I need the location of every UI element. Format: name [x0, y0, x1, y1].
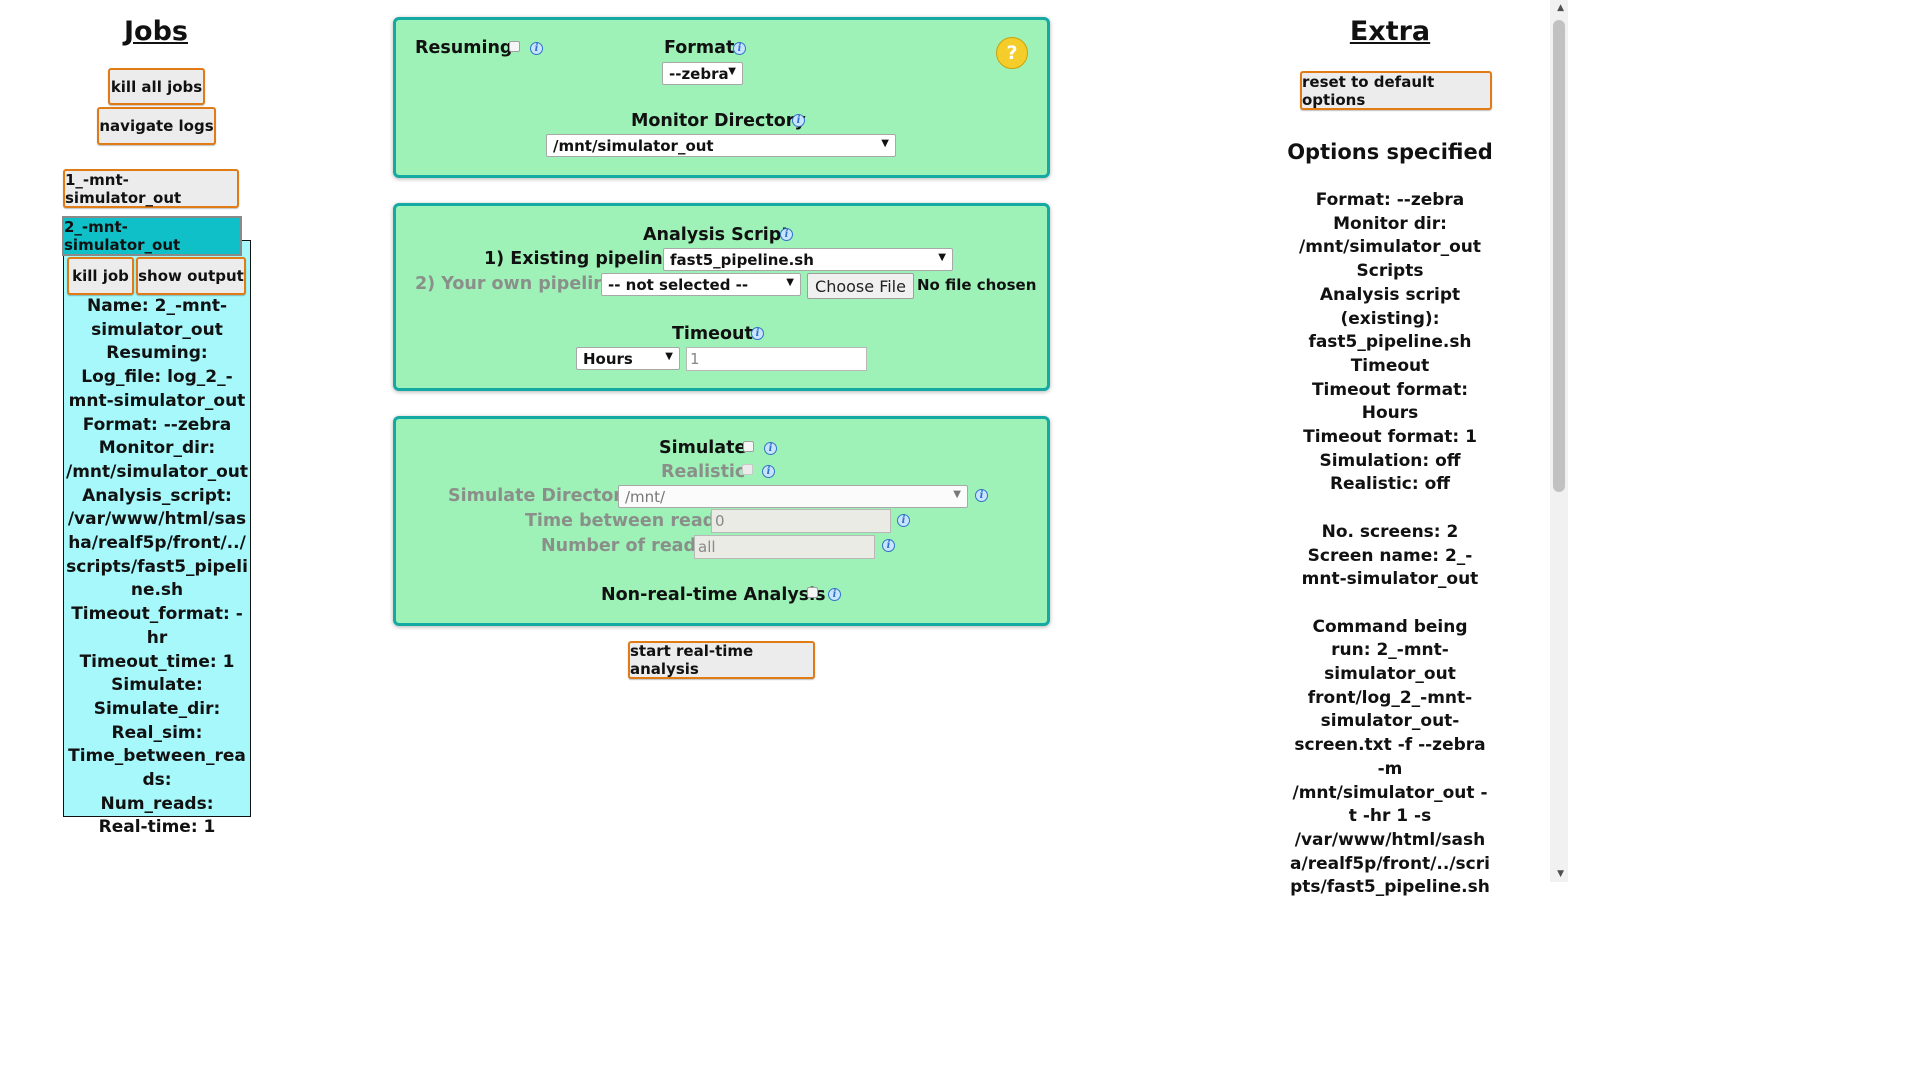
help-icon[interactable]: ? [996, 37, 1028, 69]
simulate-directory-label: Simulate Directory [448, 486, 634, 506]
option-line: Analysis script (existing): fast5_pipeli… [1308, 284, 1472, 353]
non-realtime-info-icon[interactable]: i [828, 588, 841, 601]
job-info-line: Format: --zebra [82, 414, 232, 435]
options-specified-title: Options specified [1287, 140, 1493, 164]
non-realtime-checkbox[interactable] [807, 587, 818, 598]
simulate-directory-select-value: /mnt/ [625, 487, 666, 506]
options-spacer [1290, 497, 1490, 521]
job-info-line: Simulate: [111, 675, 203, 696]
simulate-checkbox[interactable] [743, 441, 754, 452]
analysis-script-label: Analysis Script [643, 225, 790, 245]
option-line: Format: --zebra [1315, 190, 1465, 210]
format-select-value: --zebra [669, 64, 729, 83]
job-info-line: Timeout_time: 1 [79, 651, 235, 672]
option-line: Command being run: 2_-mnt-simulator_out … [1290, 616, 1490, 898]
resuming-label: Resuming [415, 38, 513, 58]
job-info-line: Simulate_dir: [93, 698, 221, 719]
own-pipeline-label: 2) Your own pipeline [415, 274, 618, 294]
monitor-directory-label: Monitor Directory [631, 111, 806, 131]
timeout-info-icon[interactable]: i [751, 327, 764, 340]
job-info-line: Real-time: 1 [98, 817, 216, 838]
kill-job-button[interactable]: kill job [67, 257, 134, 295]
chevron-down-icon: ▼ [728, 66, 736, 77]
option-line: No. screens: 2 [1321, 521, 1459, 542]
start-analysis-button[interactable]: start real-time analysis [628, 641, 815, 679]
simulate-directory-select[interactable]: /mnt/ ▼ [618, 485, 968, 508]
scroll-down-icon[interactable]: ▼ [1557, 869, 1564, 879]
job-info-line: Time_between_reads: [68, 746, 246, 791]
chevron-down-icon: ▼ [881, 138, 889, 149]
monitor-directory-select[interactable]: /mnt/simulator_out ▼ [546, 134, 896, 157]
job-info-line: Analysis_script: /var/www/html/sasha/rea… [66, 485, 248, 601]
job-tab-1[interactable]: 1_-mnt-simulator_out [63, 169, 239, 208]
format-info-icon[interactable]: i [733, 42, 746, 55]
realistic-info-icon[interactable]: i [762, 465, 775, 478]
show-output-button[interactable]: show output [136, 257, 246, 295]
simulate-directory-info-icon[interactable]: i [975, 489, 988, 502]
time-between-reads-input[interactable]: 0 [711, 509, 891, 533]
number-of-reads-label: Number of reads [541, 536, 707, 556]
own-pipeline-select-value: -- not selected -- [608, 275, 749, 294]
time-between-reads-label: Time between reads [525, 511, 726, 531]
resuming-checkbox[interactable] [509, 41, 520, 52]
realistic-checkbox[interactable] [742, 464, 753, 475]
timeout-label: Timeout [672, 324, 753, 344]
option-line: Timeout format: Hours [1311, 379, 1469, 424]
timeout-unit-select-value: Hours [583, 349, 633, 368]
realistic-label: Realistic [661, 462, 746, 482]
own-pipeline-select[interactable]: -- not selected -- ▼ [601, 273, 801, 296]
monitor-directory-select-value: /mnt/simulator_out [553, 136, 714, 155]
jobs-title: Jobs [124, 16, 188, 47]
option-line: Timeout [1350, 355, 1430, 376]
job-info-line: Monitor_dir: /mnt/simulator_out [65, 438, 249, 482]
file-status-text: No file chosen [917, 276, 1037, 294]
kill-all-jobs-button[interactable]: kill all jobs [108, 68, 205, 105]
format-select[interactable]: --zebra ▼ [662, 62, 743, 85]
time-between-reads-info-icon[interactable]: i [897, 514, 910, 527]
option-line: Realistic: off [1329, 474, 1451, 495]
timeout-unit-select[interactable]: Hours ▼ [576, 347, 680, 370]
option-line: Monitor dir: /mnt/simulator_out [1298, 213, 1482, 258]
scrollbar-thumb[interactable] [1553, 20, 1565, 492]
job-info-line: Log_file: log_2_-mnt-simulator_out [68, 367, 246, 411]
job-info-list: Name: 2_-mnt-simulator_out Resuming: Log_f… [64, 295, 250, 840]
job-info-line: Real_sim: [111, 722, 203, 743]
extra-title: Extra [1349, 16, 1431, 47]
job-tab-2[interactable]: 2_-mnt-simulator_out [62, 216, 242, 256]
monitor-directory-info-icon[interactable]: i [792, 114, 805, 127]
simulate-label: Simulate [659, 438, 747, 458]
chevron-down-icon: ▼ [953, 489, 961, 500]
option-line: Timeout format: 1 [1303, 427, 1477, 448]
option-line: Screen name: 2_-mnt-simulator_out [1301, 545, 1479, 590]
resuming-info-icon[interactable]: i [530, 42, 543, 55]
navigate-logs-button[interactable]: navigate logs [97, 107, 216, 145]
simulate-info-icon[interactable]: i [764, 442, 777, 455]
number-of-reads-input[interactable]: all [694, 535, 875, 559]
options-spacer [1290, 592, 1490, 616]
option-line: Simulation: off [1319, 450, 1461, 471]
scroll-up-icon[interactable]: ▲ [1557, 3, 1564, 13]
non-realtime-label: Non-real-time Analysis [601, 585, 826, 605]
chevron-down-icon: ▼ [665, 351, 673, 362]
options-list: Format: --zebra Monitor dir: /mnt/simulat… [1290, 189, 1490, 900]
existing-pipelines-label: 1) Existing pipelines [484, 249, 686, 269]
reset-defaults-button[interactable]: reset to default options [1300, 71, 1492, 110]
existing-pipelines-select[interactable]: fast5_pipeline.sh ▼ [663, 248, 953, 271]
timeout-value-input[interactable]: 1 [686, 347, 867, 371]
option-line: Scripts [1356, 261, 1424, 282]
chevron-down-icon: ▼ [786, 277, 794, 288]
choose-file-button[interactable]: Choose File [807, 273, 914, 299]
page-scrollbar[interactable]: ▲ ▼ [1550, 0, 1568, 882]
existing-pipelines-select-value: fast5_pipeline.sh [670, 250, 814, 269]
job-info-line: Timeout_format: -hr [71, 604, 243, 648]
job-info-line: Resuming: [106, 343, 208, 364]
job-info-line: Name: 2_-mnt-simulator_out [86, 296, 228, 340]
job-info-line: Num_reads: [100, 793, 214, 814]
number-of-reads-info-icon[interactable]: i [882, 539, 895, 552]
analysis-script-info-icon[interactable]: i [780, 228, 793, 241]
format-label: Format [664, 38, 735, 58]
chevron-down-icon: ▼ [938, 252, 946, 263]
